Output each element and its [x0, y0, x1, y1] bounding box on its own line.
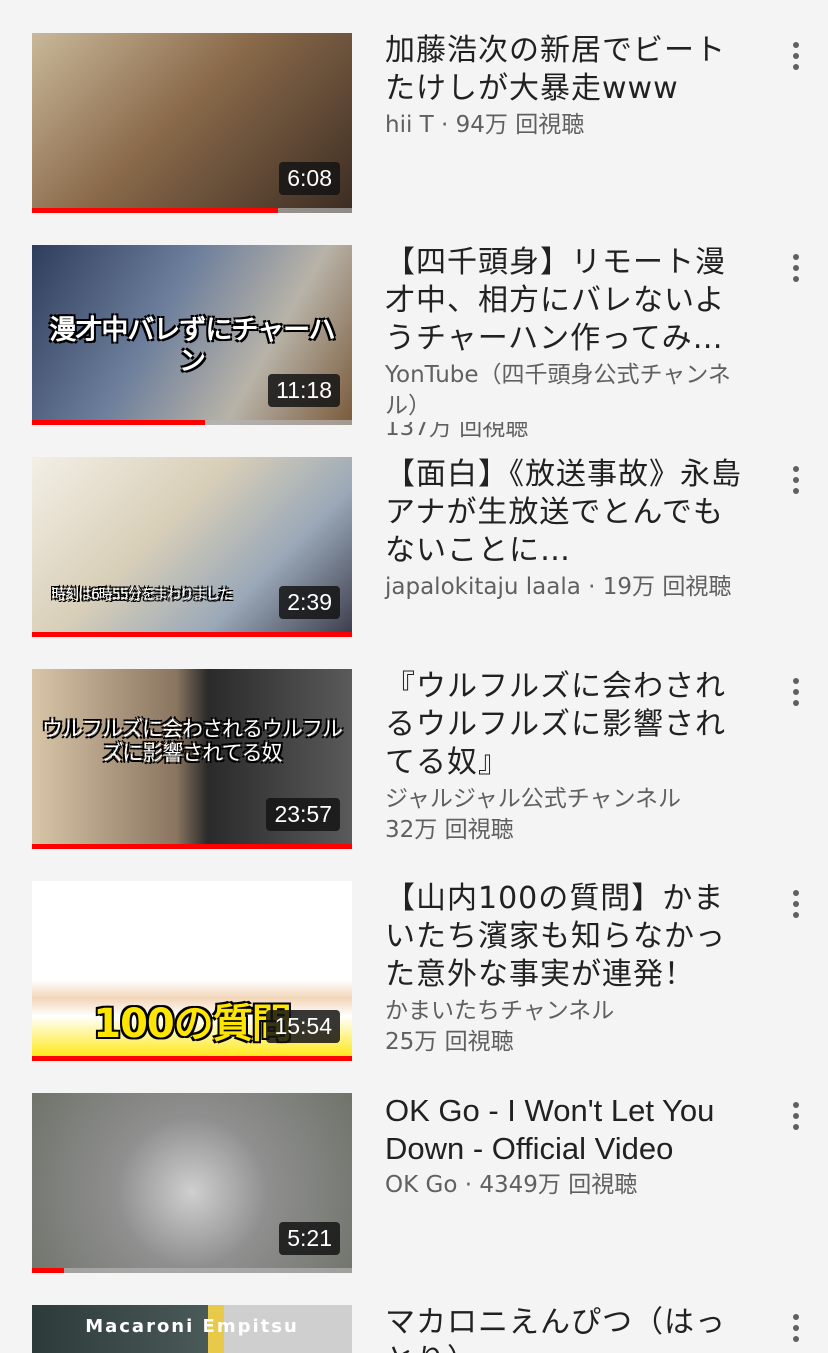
- video-item[interactable]: 100の質問 15:54 【山内100の質問】かまいたち濱家も知らなかった意外な…: [0, 848, 828, 1061]
- video-thumbnail[interactable]: 6:08: [32, 33, 352, 213]
- video-item[interactable]: 6:08 加藤浩次の新居でビートたけしが大暴走www hii T · 94万 回…: [0, 0, 828, 213]
- channel-name: ジャルジャル公式チャンネル: [385, 786, 682, 812]
- video-thumbnail[interactable]: ウルフルズに会わされるウルフルズに影響されてる奴 23:57: [32, 669, 352, 849]
- channel-name: hii T: [385, 112, 434, 138]
- video-thumbnail[interactable]: 5:21: [32, 1093, 352, 1273]
- more-options-icon[interactable]: [780, 36, 812, 76]
- thumbnail-caption: ウルフルズに会わされるウルフルズに影響されてる奴: [42, 717, 343, 766]
- view-count: 25万 回視聴: [385, 1029, 514, 1055]
- channel-name: かまいたちチャンネル: [385, 998, 615, 1024]
- channel-name: japalokitaju laala: [385, 574, 581, 600]
- video-info[interactable]: 加藤浩次の新居でビートたけしが大暴走www hii T · 94万 回視聴: [385, 32, 745, 141]
- view-count: 4349万 回視聴: [479, 1172, 638, 1198]
- more-options-icon[interactable]: [780, 1096, 812, 1136]
- video-meta: OK Go · 4349万 回視聴: [385, 1170, 745, 1201]
- video-title[interactable]: OK Go - I Won't Let You Down - Official …: [385, 1092, 745, 1168]
- duration-badge: 11:18: [268, 373, 340, 407]
- meta-separator: ·: [441, 112, 456, 138]
- duration-badge: 2:39: [279, 585, 340, 619]
- more-options-icon[interactable]: [780, 1308, 812, 1348]
- duration-badge: 6:08: [279, 161, 340, 195]
- more-options-icon[interactable]: [780, 248, 812, 288]
- video-info[interactable]: 『ウルフルズに会わされるウルフルズに影響されてる奴』 ジャルジャル公式チャンネル…: [385, 668, 745, 846]
- video-thumbnail[interactable]: 時刻は6時55分をまわりました 2:39: [32, 457, 352, 637]
- video-list: 6:08 加藤浩次の新居でビートたけしが大暴走www hii T · 94万 回…: [0, 0, 828, 1353]
- video-title[interactable]: 『ウルフルズに会わされるウルフルズに影響されてる奴』: [385, 668, 745, 782]
- video-meta: かまいたちチャンネル 25万 回視聴: [385, 996, 745, 1058]
- video-item[interactable]: 漫才中バレずにチャーハン 11:18 【四千頭身】リモート漫才中、相方にバレない…: [0, 212, 828, 438]
- video-info[interactable]: 【山内100の質問】かまいたち濱家も知らなかった意外な事実が連発！ かまいたちチ…: [385, 880, 745, 1058]
- duration-badge: 15:54: [266, 1009, 340, 1043]
- video-thumbnail[interactable]: 漫才中バレずにチャーハン 11:18: [32, 245, 352, 425]
- video-meta: ジャルジャル公式チャンネル 32万 回視聴: [385, 784, 745, 846]
- video-info[interactable]: OK Go - I Won't Let You Down - Official …: [385, 1092, 745, 1201]
- duration-badge: 5:21: [279, 1221, 340, 1255]
- view-count: 32万 回視聴: [385, 817, 514, 843]
- video-item[interactable]: ウルフルズに会わされるウルフルズに影響されてる奴 23:57 『ウルフルズに会わ…: [0, 636, 828, 849]
- video-meta: japalokitaju laala · 19万 回視聴: [385, 572, 745, 603]
- video-info[interactable]: 【面白】《放送事故》永島アナが生放送でとんでもないことに… japalokita…: [385, 456, 745, 603]
- meta-separator: ·: [588, 574, 603, 600]
- video-info[interactable]: マカロニえんぴつ（はっとり）: [385, 1304, 745, 1353]
- video-thumbnail[interactable]: 100の質問 15:54: [32, 881, 352, 1061]
- video-title[interactable]: 【山内100の質問】かまいたち濱家も知らなかった意外な事実が連発！: [385, 880, 745, 994]
- more-options-icon[interactable]: [780, 672, 812, 712]
- video-meta: YonTube（四千頭身公式チャンネル）: [385, 360, 745, 422]
- video-meta: hii T · 94万 回視聴: [385, 110, 745, 141]
- video-item[interactable]: 5:21 OK Go - I Won't Let You Down - Offi…: [0, 1060, 828, 1273]
- video-title[interactable]: 【面白】《放送事故》永島アナが生放送でとんでもないことに…: [385, 456, 745, 570]
- view-count: 19万 回視聴: [602, 574, 732, 600]
- view-count: 94万 回視聴: [455, 112, 585, 138]
- meta-separator: ·: [464, 1172, 480, 1198]
- channel-name: YonTube（四千頭身公式チャンネル）: [385, 362, 731, 419]
- video-thumbnail[interactable]: Macaroni Empitsu: [32, 1305, 352, 1353]
- video-title[interactable]: マカロニえんぴつ（はっとり）: [385, 1304, 745, 1353]
- channel-name: OK Go: [385, 1172, 458, 1198]
- thumbnail-caption: 漫才中バレずにチャーハン: [49, 315, 335, 378]
- duration-badge: 23:57: [266, 797, 340, 831]
- video-item[interactable]: Macaroni Empitsu マカロニえんぴつ（はっとり）: [0, 1272, 828, 1353]
- thumbnail-caption: Macaroni Empitsu: [85, 1316, 299, 1337]
- video-title[interactable]: 加藤浩次の新居でビートたけしが大暴走www: [385, 32, 745, 108]
- video-item[interactable]: 時刻は6時55分をまわりました 2:39 【面白】《放送事故》永島アナが生放送で…: [0, 424, 828, 637]
- more-options-icon[interactable]: [780, 460, 812, 500]
- more-options-icon[interactable]: [780, 884, 812, 924]
- video-title[interactable]: 【四千頭身】リモート漫才中、相方にバレないようチャーハン作ってみ…: [385, 244, 745, 358]
- video-info[interactable]: 【四千頭身】リモート漫才中、相方にバレないようチャーハン作ってみ… YonTub…: [385, 244, 745, 438]
